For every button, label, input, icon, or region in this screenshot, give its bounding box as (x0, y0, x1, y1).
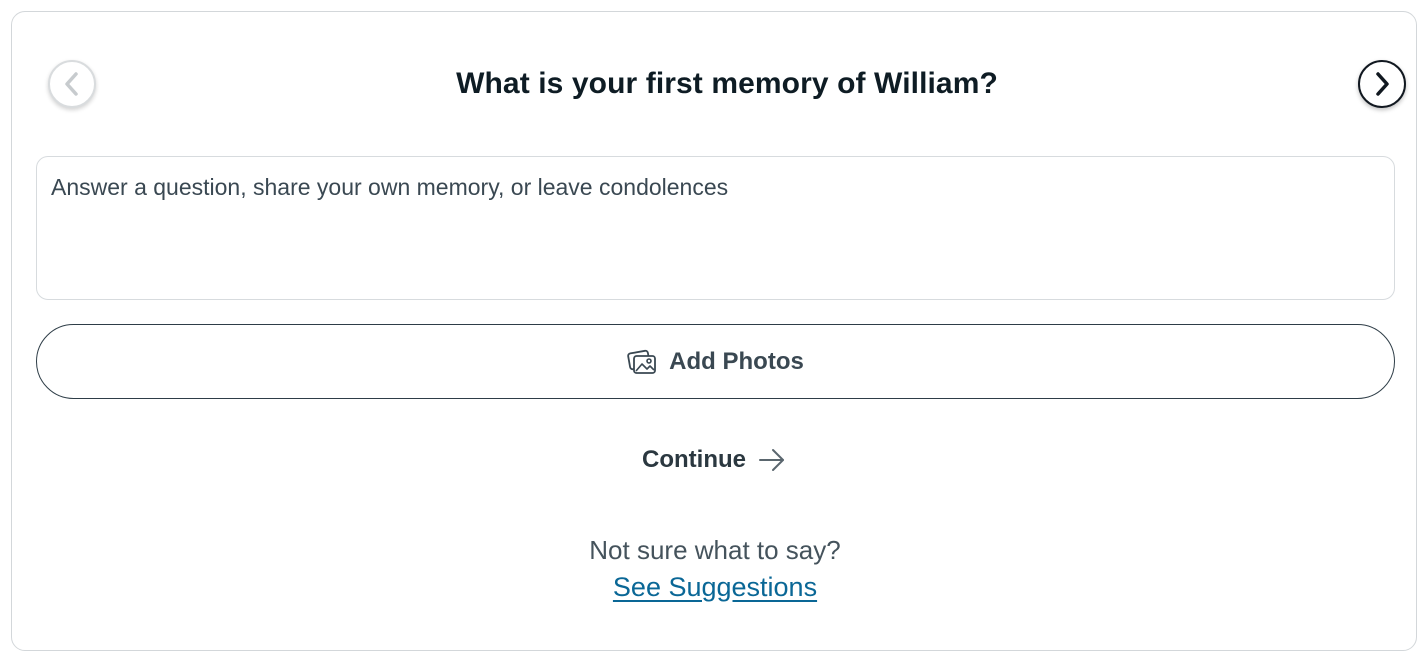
memory-textarea[interactable] (36, 156, 1395, 300)
see-suggestions-link[interactable]: See Suggestions (500, 569, 930, 605)
continue-label: Continue (642, 446, 746, 473)
chevron-left-icon (61, 70, 83, 98)
next-question-button[interactable] (1358, 60, 1406, 108)
add-photos-button[interactable]: Add Photos (36, 324, 1395, 399)
previous-question-button[interactable] (48, 60, 96, 108)
add-photos-label: Add Photos (669, 347, 804, 375)
suggestions-hint: Not sure what to say? (589, 535, 841, 565)
arrow-right-icon (758, 448, 786, 472)
question-title: What is your first memory of William? (456, 67, 998, 100)
continue-button[interactable]: Continue (560, 440, 868, 480)
chevron-right-icon (1371, 70, 1393, 98)
photos-icon (627, 348, 657, 376)
